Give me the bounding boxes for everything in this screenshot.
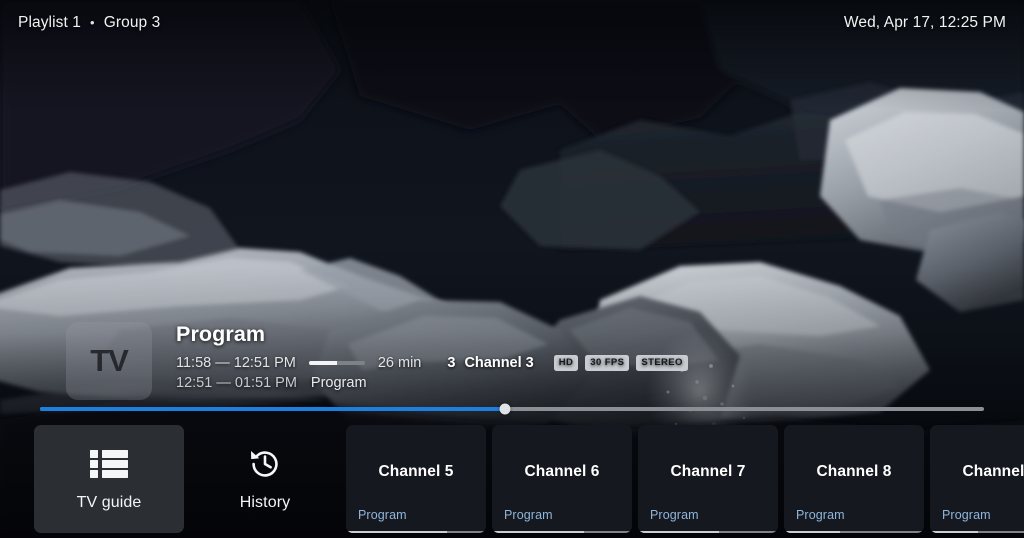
channel-tile-progress	[930, 531, 1024, 533]
breadcrumb: Playlist 1 • Group 3	[18, 14, 160, 32]
top-status-bar: Playlist 1 • Group 3 Wed, Apr 17, 12:25 …	[0, 0, 1024, 46]
list-guide-icon	[88, 447, 130, 481]
seek-bar[interactable]	[40, 403, 984, 415]
channel-logo-text: TV	[90, 343, 129, 378]
channel-name: Channel 3	[464, 355, 534, 371]
channel-number: 3	[447, 355, 456, 371]
channel-tile-title: Channel 7	[670, 463, 746, 480]
channel-tile[interactable]: Channel 6 Program	[492, 425, 632, 533]
channel-tile-program: Program	[504, 508, 553, 522]
seek-handle[interactable]	[499, 403, 511, 415]
inline-progress-bar	[308, 361, 365, 365]
program-info-panel: TV Program 11:58 — 12:51 PM 26 min 3 Cha…	[66, 320, 688, 400]
group-label: Group 3	[103, 14, 161, 31]
channel-tile-progress	[346, 531, 486, 533]
channel-tile-progress	[492, 531, 632, 533]
channel-tile-program: Program	[358, 508, 407, 522]
badge-stereo: STEREO	[636, 355, 688, 371]
channel-tile-progress	[638, 531, 778, 533]
channel-tile-progress	[784, 531, 924, 533]
rail-action-history[interactable]: History	[190, 425, 340, 533]
program-details: Program 11:58 — 12:51 PM 26 min 3 Channe…	[176, 320, 688, 391]
rail-action-tv-guide[interactable]: TV guide	[34, 425, 184, 533]
channel-tile-program: Program	[796, 508, 845, 522]
channel-tile-title: Channel 5	[378, 463, 454, 480]
next-program-row: 12:51 — 01:51 PM Program	[176, 375, 688, 391]
stream-badges: HD 30 FPS STEREO	[553, 355, 688, 371]
seek-fill	[40, 407, 506, 411]
channel-tile-title: Channel 6	[524, 463, 600, 480]
remaining-duration: 26 min	[377, 355, 422, 371]
channel-tile[interactable]: Channel 9 Program	[930, 425, 1024, 533]
channel-tile-program: Program	[942, 508, 991, 522]
channel-tile-title: Channel 9	[962, 463, 1024, 480]
badge-hd: HD	[553, 355, 579, 371]
channel-logo-placeholder: TV	[66, 322, 152, 400]
channel-tile[interactable]: Channel 5 Program	[346, 425, 486, 533]
current-time-range: 11:58 — 12:51 PM	[176, 355, 296, 371]
next-program-title: Program	[310, 375, 367, 391]
current-program-row: 11:58 — 12:51 PM 26 min 3 Channel 3 HD 30…	[176, 355, 688, 371]
channel-tile-program: Program	[650, 508, 699, 522]
tv-player-screen: Playlist 1 • Group 3 Wed, Apr 17, 12:25 …	[0, 0, 1024, 538]
badge-30-fps: 30 FPS	[585, 355, 630, 371]
datetime-label: Wed, Apr 17, 12:25 PM	[843, 14, 1006, 31]
channel-tile-title: Channel 8	[816, 463, 892, 480]
rail-action-label: TV guide	[76, 493, 142, 511]
program-title: Program	[176, 322, 266, 346]
bottom-channel-rail[interactable]: TV guide History Channel 5 Program Channel 6…	[0, 425, 1024, 538]
channel-tile[interactable]: Channel 7 Program	[638, 425, 778, 533]
history-clock-icon	[244, 447, 286, 481]
rail-action-label: History	[239, 493, 291, 511]
breadcrumb-separator: •	[90, 14, 95, 30]
playlist-label: Playlist 1	[18, 14, 82, 31]
next-time-range: 12:51 — 01:51 PM	[176, 375, 297, 391]
channel-tile[interactable]: Channel 8 Program	[784, 425, 924, 533]
